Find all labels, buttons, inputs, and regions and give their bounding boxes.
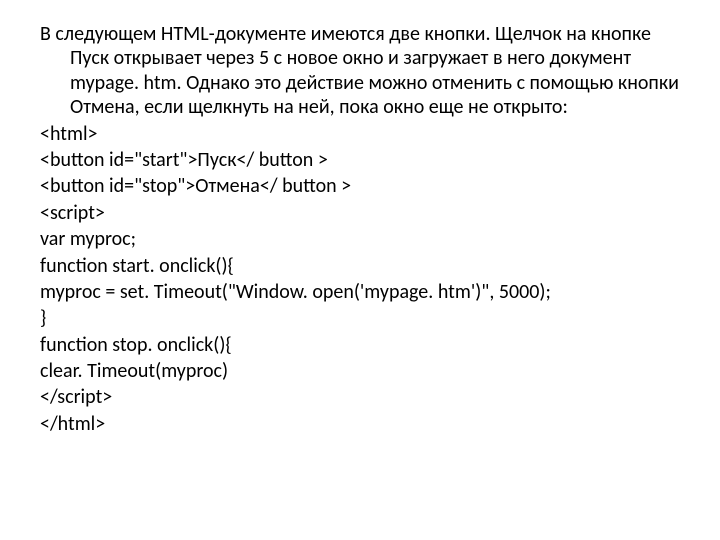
code-line-1: <html> — [40, 122, 680, 146]
code-line-4: <script> — [40, 201, 680, 225]
code-line-11: </script> — [40, 385, 680, 409]
code-line-2: <button id="start">Пуск</ button > — [40, 148, 680, 172]
code-line-9: function stop. onclick(){ — [40, 333, 680, 357]
intro-paragraph: В следующем HTML-документе имеются две к… — [40, 22, 680, 120]
code-line-10: clear. Timeout(myproc) — [40, 359, 680, 383]
code-line-7: myproc = set. Timeout("Window. open('myp… — [40, 280, 680, 304]
code-line-6: function start. onclick(){ — [40, 254, 680, 278]
code-line-12: </html> — [40, 412, 680, 436]
code-line-5: var myproc; — [40, 227, 680, 251]
document-page: В следующем HTML-документе имеются две к… — [0, 0, 720, 436]
code-line-3: <button id="stop">Отмена</ button > — [40, 174, 680, 198]
code-line-8: } — [40, 306, 680, 330]
